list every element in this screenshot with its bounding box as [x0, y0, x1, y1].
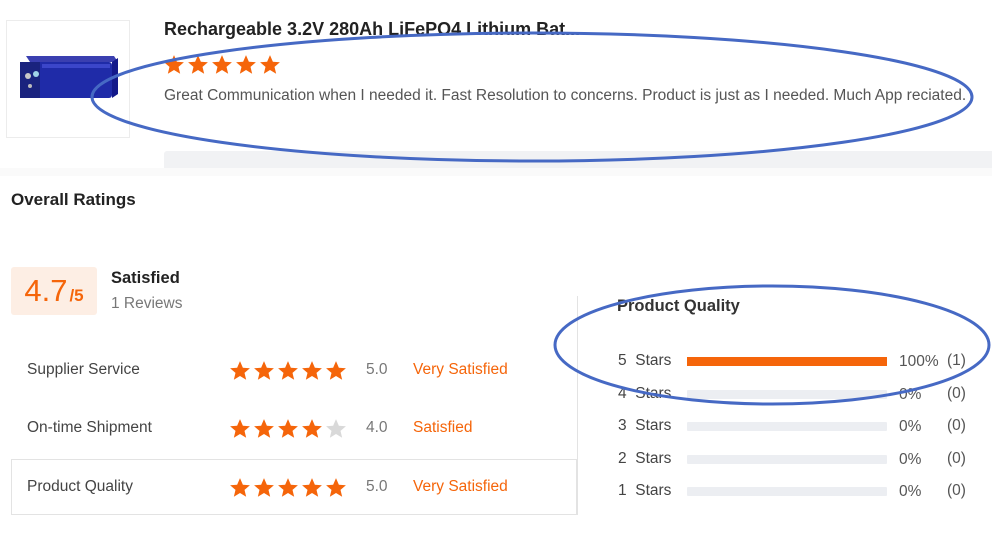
- star-bar-label: 5 Stars: [618, 352, 672, 369]
- star-bar-track: [687, 357, 887, 366]
- product-quality-title: Product Quality: [617, 297, 740, 315]
- rating-row-verdict: Very Satisfied: [413, 361, 508, 378]
- star-bar-track: [687, 390, 887, 399]
- overall-score-suffix: /5: [69, 286, 84, 305]
- star-icon: [326, 478, 346, 497]
- star-icon: [230, 478, 250, 497]
- rating-row-label[interactable]: Product Quality: [27, 478, 133, 496]
- rating-row-label: Supplier Service: [27, 361, 140, 378]
- overall-score-badge: 4.7 /5: [11, 267, 97, 315]
- star-bar-percent: 100%: [899, 353, 939, 370]
- rating-row-verdict: Satisfied: [413, 419, 473, 436]
- review-text: Great Communication when I needed it. Fa…: [164, 87, 967, 104]
- star-bar-percent: 0%: [899, 451, 922, 468]
- star-bar-track: [687, 422, 887, 431]
- review-footer-bar: [164, 151, 992, 168]
- overall-score: 4.7: [24, 273, 68, 308]
- star-icon: [254, 419, 274, 438]
- star-bar-percent: 0%: [899, 483, 922, 500]
- rating-row-score: 5.0: [366, 478, 388, 495]
- star-icon: [212, 55, 232, 74]
- rating-row-stars: [229, 360, 347, 382]
- panel-divider: [577, 296, 578, 515]
- star-bar-fill: [687, 357, 887, 366]
- star-icon: [188, 55, 208, 74]
- star-bar-track: [687, 487, 887, 496]
- star-bar-label: 2 Stars: [618, 450, 672, 467]
- star-bar-label: 3 Stars: [618, 417, 672, 434]
- star-bar-label: 1 Stars: [618, 482, 672, 499]
- star-icon: [230, 419, 250, 438]
- star-icon: [278, 478, 298, 497]
- star-icon: [326, 419, 346, 438]
- overall-ratings-title: Overall Ratings: [11, 190, 136, 209]
- star-bar-track: [687, 455, 887, 464]
- rating-row-verdict: Very Satisfied: [413, 478, 508, 495]
- star-icon: [326, 361, 346, 380]
- star-bar-percent: 0%: [899, 386, 922, 403]
- rating-row-score: 5.0: [366, 361, 388, 378]
- rating-row-stars: [229, 477, 347, 499]
- star-icon: [302, 419, 322, 438]
- star-bar-count: (0): [947, 482, 966, 499]
- review-star-rating: [163, 54, 281, 76]
- section-divider: [0, 168, 992, 176]
- star-bar-count: (1): [947, 352, 966, 369]
- star-bar-count: (0): [947, 385, 966, 402]
- overall-satisfaction-label: Satisfied: [111, 269, 180, 287]
- battery-product-image: [20, 56, 118, 98]
- rating-row-stars: [229, 418, 347, 440]
- star-bar-count: (0): [947, 417, 966, 434]
- star-icon: [278, 419, 298, 438]
- rating-row-score: 4.0: [366, 419, 388, 436]
- star-icon: [254, 478, 274, 497]
- star-icon: [302, 361, 322, 380]
- star-icon: [302, 478, 322, 497]
- star-bar-count: (0): [947, 450, 966, 467]
- star-icon: [278, 361, 298, 380]
- rating-row-label: On-time Shipment: [27, 419, 152, 436]
- reviews-count: 1 Reviews: [111, 295, 183, 312]
- star-icon: [164, 55, 184, 74]
- star-icon: [236, 55, 256, 74]
- product-title[interactable]: Rechargeable 3.2V 280Ah LiFePO4 Lithium …: [164, 19, 580, 40]
- star-icon: [254, 361, 274, 380]
- star-bar-label: 4 Stars: [618, 385, 672, 402]
- star-icon: [230, 361, 250, 380]
- star-bar-percent: 0%: [899, 418, 922, 435]
- star-icon: [260, 55, 280, 74]
- review-card: Rechargeable 3.2V 280Ah LiFePO4 Lithium …: [0, 0, 992, 168]
